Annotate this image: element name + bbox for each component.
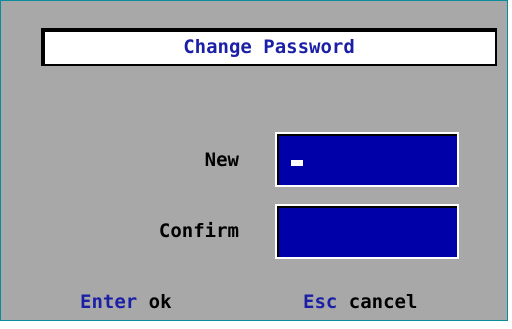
ok-hint[interactable]: Enter ok bbox=[80, 290, 172, 314]
confirm-password-input[interactable] bbox=[275, 204, 459, 259]
dialog-title: Change Password bbox=[41, 28, 497, 66]
esc-key-label: Esc bbox=[303, 291, 338, 313]
cancel-action-label: cancel bbox=[348, 291, 418, 313]
new-password-label: New bbox=[204, 149, 239, 171]
cancel-hint[interactable]: Esc cancel bbox=[303, 290, 417, 314]
confirm-password-label: Confirm bbox=[158, 220, 239, 242]
change-password-dialog: Change Password New Confirm Enter ok Esc… bbox=[0, 0, 508, 321]
text-cursor bbox=[291, 160, 303, 166]
dialog-title-text: Change Password bbox=[183, 36, 355, 58]
enter-key-label: Enter bbox=[80, 291, 138, 313]
ok-action-label: ok bbox=[148, 291, 172, 313]
new-password-input[interactable] bbox=[275, 132, 459, 187]
